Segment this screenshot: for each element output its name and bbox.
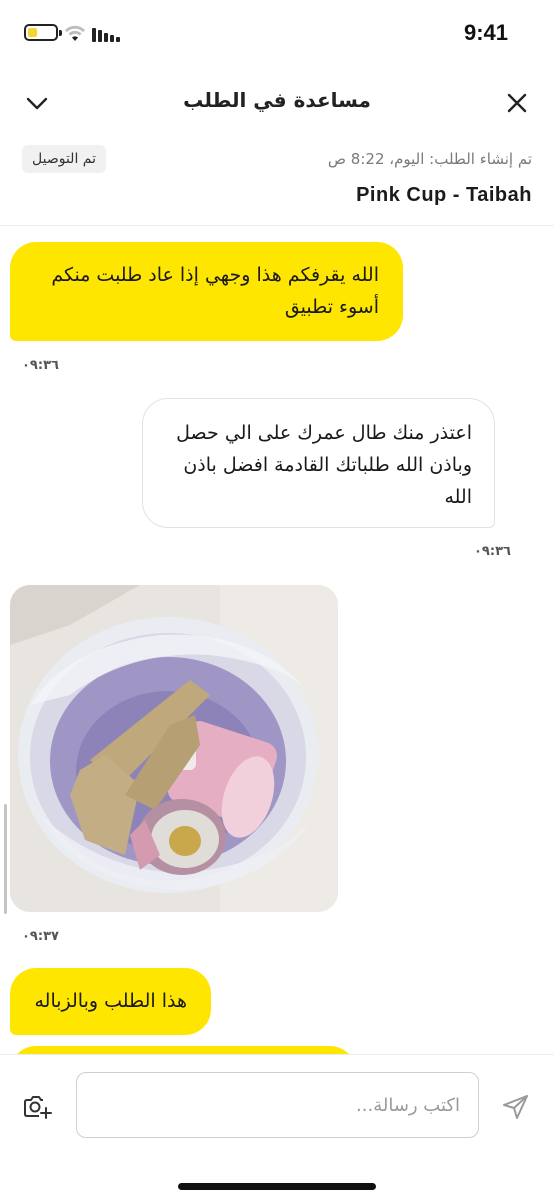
battery-icon — [24, 24, 62, 41]
message-time: ٠٩:٣٧ — [22, 929, 59, 944]
message-photo[interactable] — [10, 585, 338, 912]
message-composer — [0, 1054, 554, 1200]
scrollbar[interactable] — [4, 804, 7, 914]
message-time: ٠٩:٣٦ — [22, 358, 59, 373]
chat-thread[interactable]: الله يقرفكم هذا وجهي إذا عاد طلبت منكم أ… — [0, 226, 554, 1054]
trash-bin-photo-image — [10, 585, 338, 912]
home-indicator — [178, 1183, 376, 1190]
message-input[interactable] — [76, 1072, 479, 1138]
status-badge: تم التوصيل — [22, 145, 106, 173]
page-title: مساعدة في الطلب — [183, 88, 371, 112]
message-bubble-customer — [10, 1046, 356, 1054]
close-icon[interactable] — [502, 88, 532, 118]
message-time: ٠٩:٣٦ — [474, 544, 511, 559]
message-bubble-customer: هذا الطلب وبالزباله — [10, 968, 211, 1035]
clock: 9:41 — [463, 20, 508, 45]
status-bar: 9:41 — [0, 0, 554, 66]
message-bubble-support: اعتذر منك طال عمرك على الي حصل وباذن الل… — [142, 398, 495, 528]
header: مساعدة في الطلب — [0, 66, 554, 136]
order-info: تم التوصيل تم إنشاء الطلب: اليوم، 8:22 ص… — [0, 136, 554, 226]
send-icon[interactable] — [502, 1093, 530, 1121]
signal-icon — [92, 28, 120, 42]
order-created-at: تم إنشاء الطلب: اليوم، 8:22 ص — [327, 150, 532, 168]
message-bubble-customer: الله يقرفكم هذا وجهي إذا عاد طلبت منكم أ… — [10, 242, 403, 341]
store-name: Pink Cup - Taibah — [356, 184, 532, 206]
camera-plus-icon[interactable] — [22, 1093, 52, 1121]
wifi-icon — [65, 25, 85, 41]
